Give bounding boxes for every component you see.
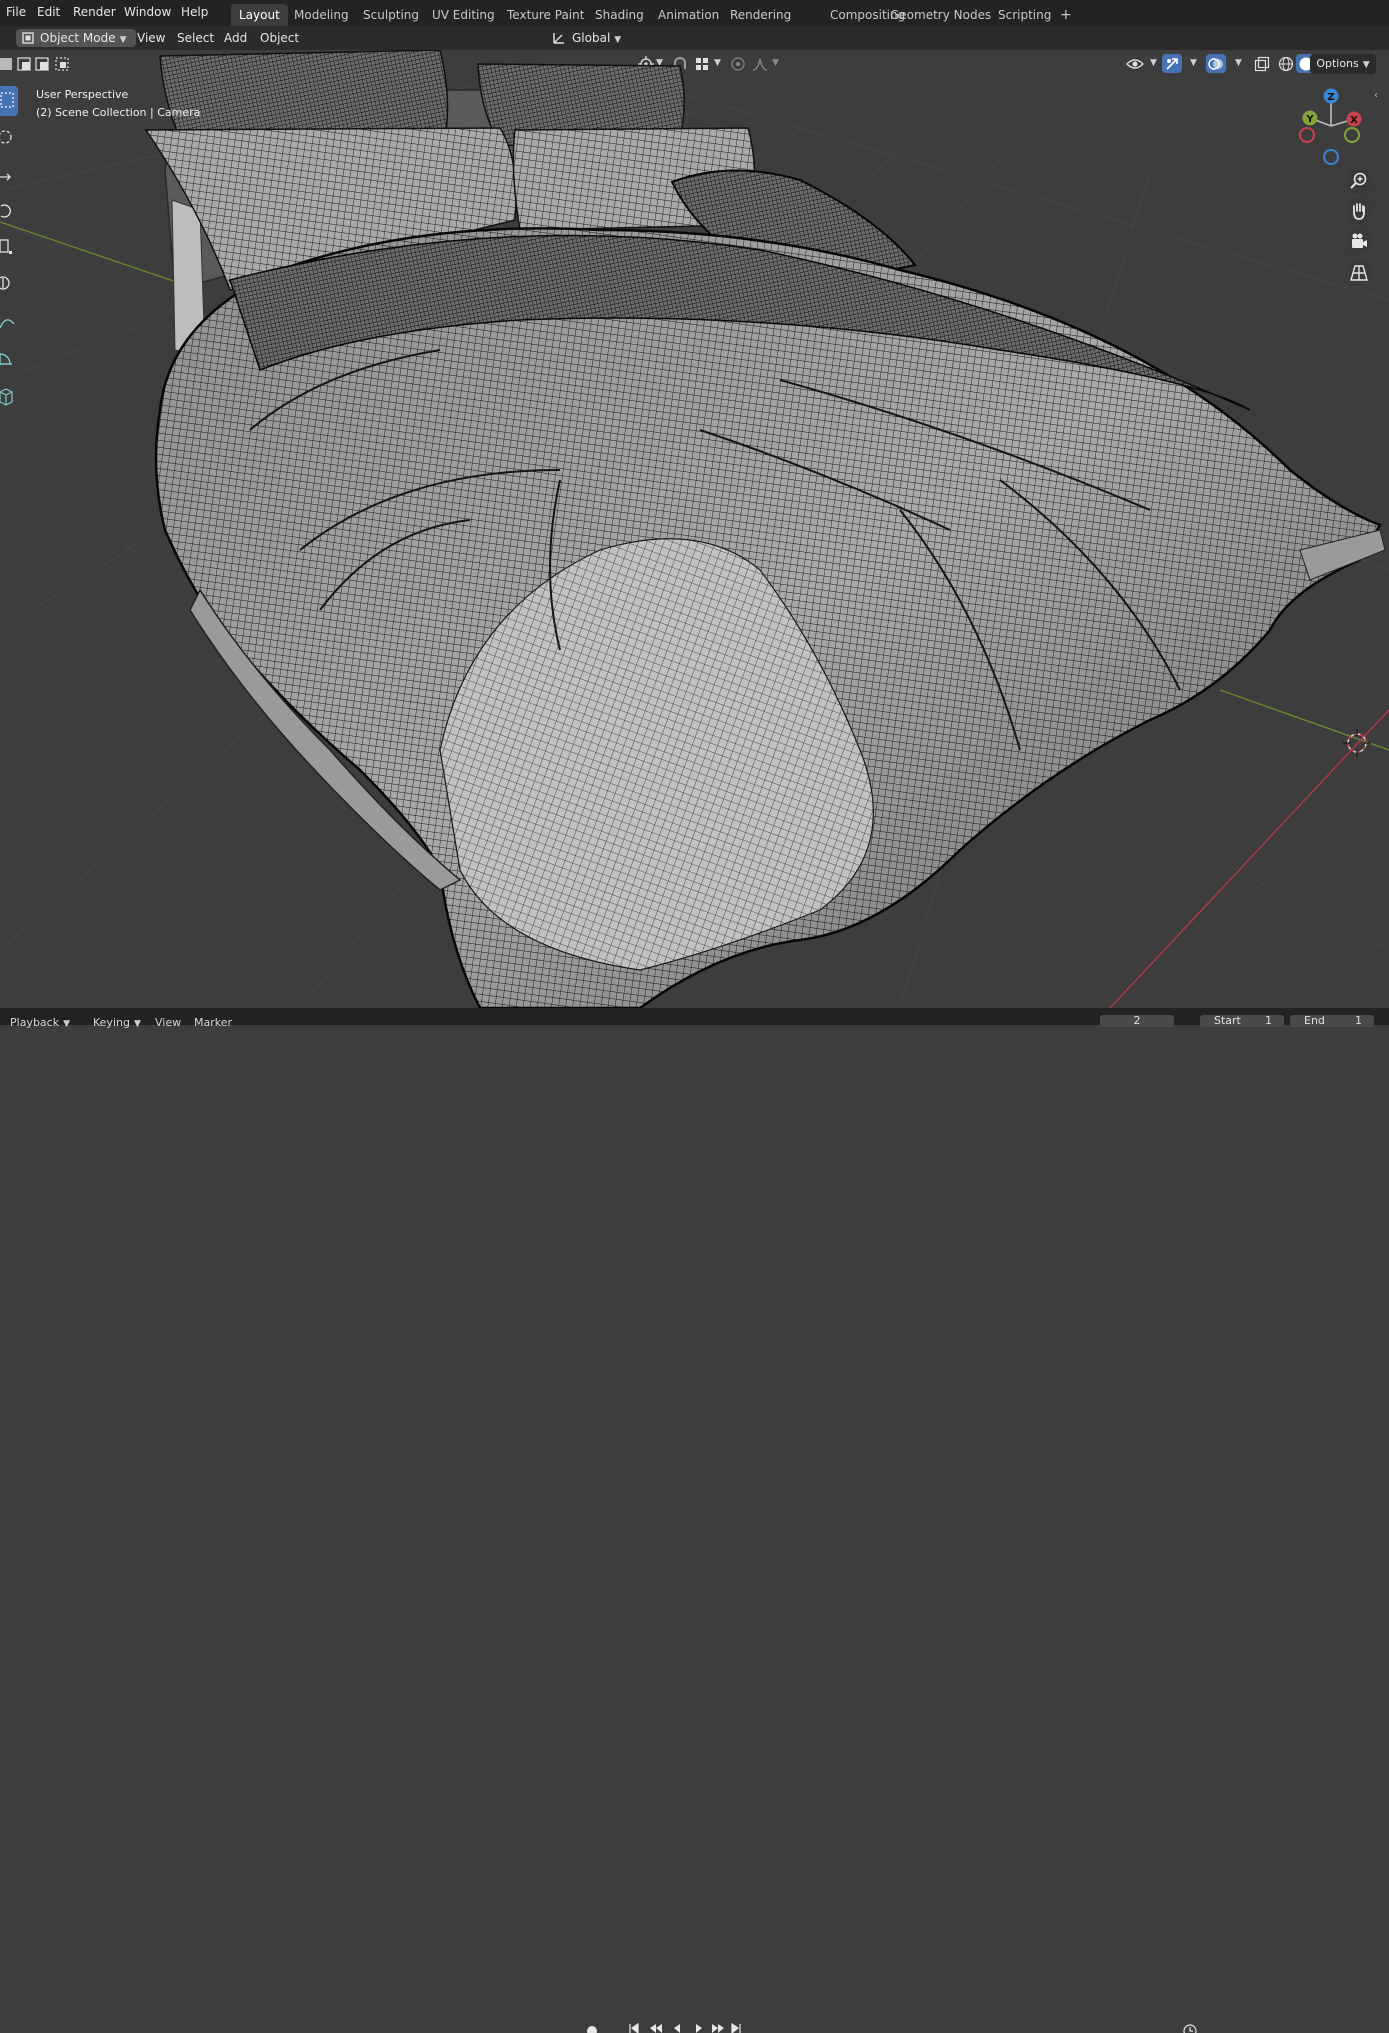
neg-x-axis-handle[interactable] bbox=[1299, 127, 1315, 143]
view-name-label: User Perspective bbox=[36, 88, 129, 101]
object-mode-dropdown[interactable]: Object Mode ▼ bbox=[16, 29, 136, 47]
viewport-info: User Perspective (2) Scene Collection | … bbox=[36, 86, 200, 122]
add-workspace-button[interactable]: + bbox=[1052, 4, 1080, 26]
move-icon bbox=[0, 173, 11, 181]
chevron-down-icon: ▼ bbox=[63, 1019, 71, 1029]
annotate-icon bbox=[0, 319, 15, 329]
neg-y-axis-handle[interactable] bbox=[1344, 127, 1360, 143]
options-button[interactable]: Options ▼ bbox=[1310, 54, 1376, 74]
cursor-tool[interactable] bbox=[0, 122, 18, 152]
tab-texture-paint[interactable]: Texture Paint bbox=[499, 4, 592, 26]
keying-label: Keying bbox=[93, 1016, 130, 1029]
menu-window[interactable]: Window bbox=[124, 5, 171, 19]
start-label: Start bbox=[1214, 1014, 1241, 1027]
measure-tool[interactable] bbox=[0, 344, 18, 374]
x-axis-label: X bbox=[1350, 115, 1358, 126]
3d-viewport[interactable] bbox=[0, 50, 1389, 1008]
transform-tool[interactable] bbox=[0, 268, 18, 298]
timeline-view-menu[interactable]: View bbox=[155, 1017, 181, 1029]
add-menu[interactable]: Add bbox=[224, 29, 247, 47]
playback-menu[interactable]: Playback ▼ bbox=[10, 1017, 70, 1030]
tab-shading[interactable]: Shading bbox=[587, 4, 652, 26]
camera-view-button[interactable] bbox=[1346, 229, 1372, 255]
record-icon[interactable] bbox=[584, 2022, 604, 2033]
rotate-icon bbox=[0, 204, 11, 218]
playback-label: Playback bbox=[10, 1016, 60, 1029]
object-mode-icon bbox=[22, 32, 34, 44]
add-cube-icon bbox=[0, 388, 13, 406]
tab-sculpting[interactable]: Sculpting bbox=[355, 4, 427, 26]
marker-menu[interactable]: Marker bbox=[194, 1017, 232, 1029]
camera-icon bbox=[1352, 233, 1367, 248]
tab-layout[interactable]: Layout bbox=[231, 4, 288, 26]
current-frame-field[interactable]: 2 bbox=[1100, 1015, 1174, 1027]
hand-icon bbox=[1353, 203, 1365, 220]
tab-scripting[interactable]: Scripting bbox=[990, 4, 1059, 26]
x-axis-line bbox=[1109, 709, 1389, 1008]
chevron-down-icon: ▼ bbox=[1362, 60, 1370, 70]
transform-icon bbox=[0, 276, 10, 290]
timeline-header: Playback ▼ Keying ▼ View Marker 2 Start 1 E… bbox=[0, 1008, 1389, 2033]
transform-orientation-dropdown[interactable]: Global ▼ bbox=[552, 29, 621, 47]
scale-tool[interactable] bbox=[0, 232, 18, 262]
add-cube-tool[interactable] bbox=[0, 382, 18, 412]
tab-modeling[interactable]: Modeling bbox=[286, 4, 357, 26]
zoom-icon bbox=[1350, 172, 1367, 189]
select-mode-buttons[interactable] bbox=[0, 56, 72, 72]
viewport-header: Object Mode ▼ View Select Add Object Glob… bbox=[0, 26, 1389, 73]
pan-button[interactable] bbox=[1346, 198, 1372, 224]
transform-orientation-label: Global bbox=[572, 31, 611, 45]
select-menu[interactable]: Select bbox=[177, 29, 214, 47]
zoom-button[interactable] bbox=[1346, 168, 1372, 194]
y-axis-label: Y bbox=[1305, 114, 1314, 125]
grid-perspective-icon bbox=[1350, 265, 1368, 281]
viewport-scene bbox=[0, 50, 1389, 1008]
select-box-tool[interactable] bbox=[0, 86, 18, 116]
options-label: Options bbox=[1316, 57, 1359, 70]
scale-icon bbox=[0, 239, 12, 254]
menu-help[interactable]: Help bbox=[181, 5, 208, 19]
menu-render[interactable]: Render bbox=[73, 5, 116, 19]
annotate-tool[interactable] bbox=[0, 308, 18, 338]
orientation-icon bbox=[553, 33, 564, 44]
measure-icon bbox=[0, 353, 12, 365]
playback-controls[interactable] bbox=[628, 2022, 748, 2033]
select-box-icon bbox=[0, 92, 14, 108]
tab-uv-editing[interactable]: UV Editing bbox=[424, 4, 503, 26]
neg-z-axis-handle[interactable] bbox=[1323, 149, 1339, 165]
keying-menu[interactable]: Keying ▼ bbox=[93, 1017, 141, 1030]
navigation-gizmo[interactable]: Z X Y bbox=[1294, 86, 1370, 168]
view-menu[interactable]: View bbox=[137, 29, 165, 47]
chevron-down-icon: ▼ bbox=[133, 1019, 141, 1029]
collection-label: (2) Scene Collection | Camera bbox=[36, 106, 201, 119]
object-mode-label: Object Mode bbox=[40, 31, 116, 45]
end-value: 1 bbox=[1355, 1014, 1362, 1027]
z-axis-label: Z bbox=[1327, 92, 1334, 103]
perspective-toggle-button[interactable] bbox=[1346, 260, 1372, 286]
sidebar-toggle-icon[interactable]: ‹ bbox=[1374, 90, 1378, 101]
menu-file[interactable]: File bbox=[6, 5, 26, 19]
menu-edit[interactable]: Edit bbox=[37, 5, 60, 19]
tab-rendering[interactable]: Rendering bbox=[722, 4, 799, 26]
y-axis-line bbox=[1219, 689, 1389, 751]
end-label: End bbox=[1304, 1014, 1325, 1027]
chevron-down-icon: ▼ bbox=[614, 35, 622, 45]
object-menu[interactable]: Object bbox=[260, 29, 299, 47]
cursor-icon bbox=[0, 130, 12, 144]
tab-animation[interactable]: Animation bbox=[650, 4, 727, 26]
start-frame-field[interactable]: Start 1 bbox=[1200, 1015, 1284, 1027]
end-frame-field[interactable]: End 1 bbox=[1290, 1015, 1374, 1027]
chevron-down-icon: ▼ bbox=[119, 35, 127, 45]
top-bar: File Edit Render Window Help Layout Mode… bbox=[0, 0, 1389, 26]
clock-icon[interactable] bbox=[1182, 2023, 1198, 2033]
rotate-tool[interactable] bbox=[0, 196, 18, 226]
move-tool[interactable] bbox=[0, 162, 18, 192]
tab-geometry-nodes[interactable]: Geometry Nodes bbox=[882, 4, 999, 26]
start-value: 1 bbox=[1265, 1014, 1272, 1027]
